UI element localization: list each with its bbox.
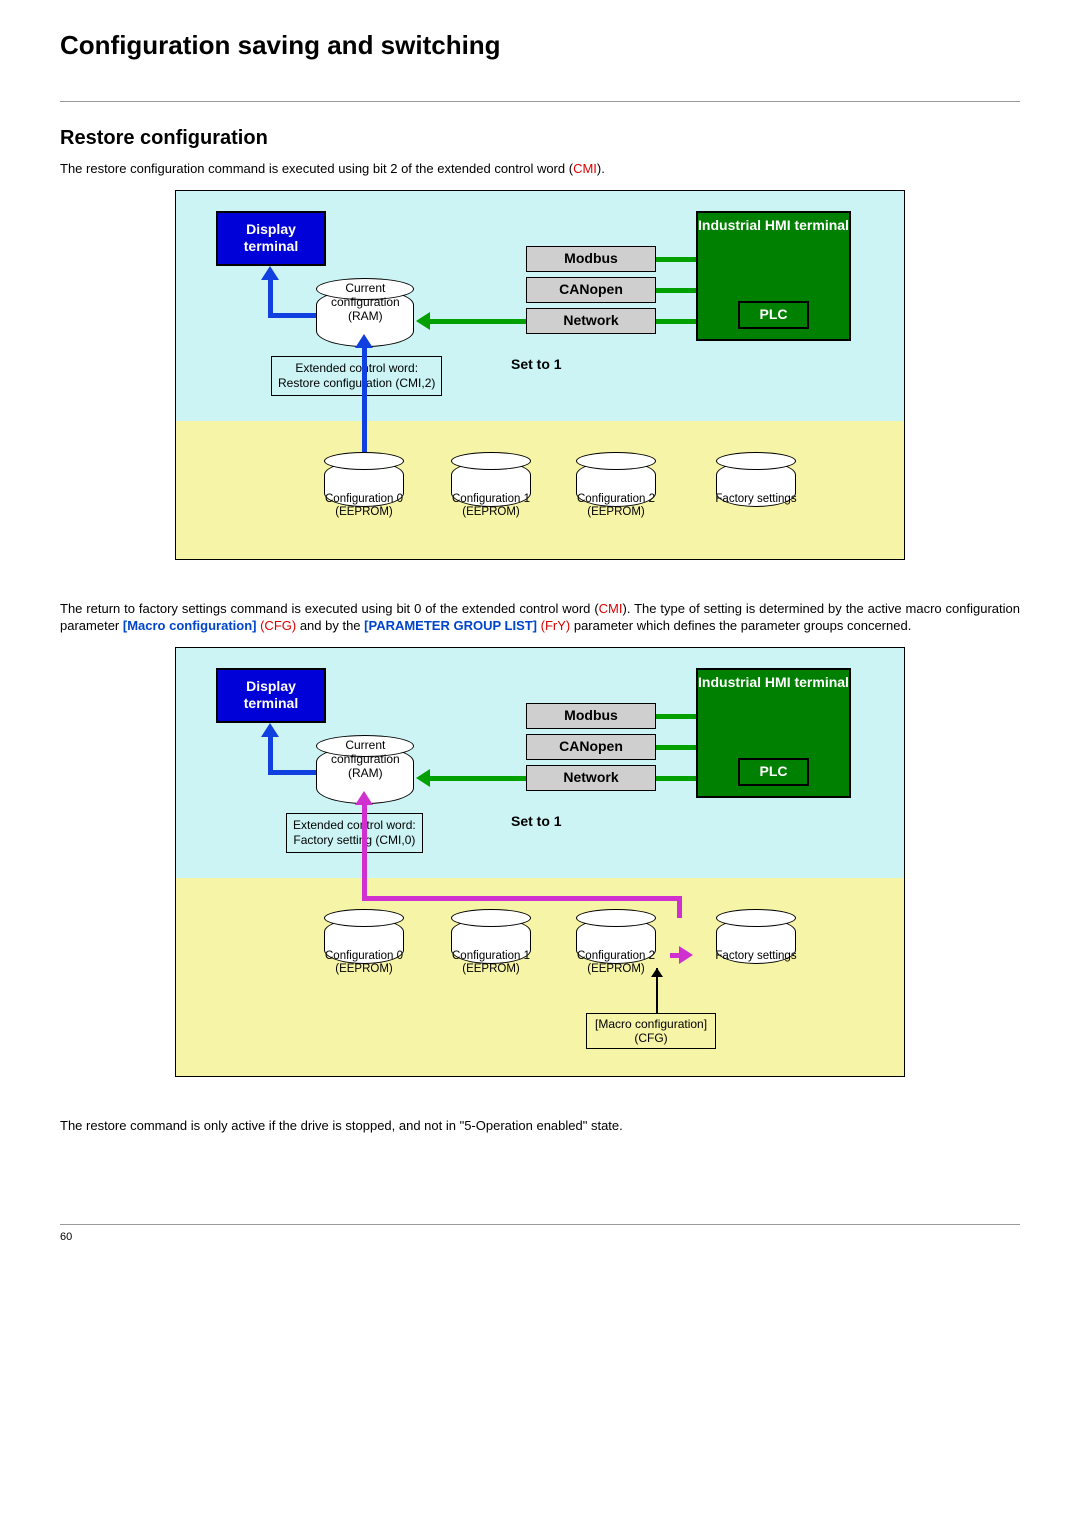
txt: (CFG) xyxy=(634,1031,667,1045)
connector xyxy=(362,346,367,456)
txt: [Macro configuration] xyxy=(595,1017,707,1031)
param-group-list: [PARAMETER GROUP LIST] xyxy=(364,618,537,633)
connector xyxy=(268,770,316,775)
txt: configuration xyxy=(331,295,400,309)
display-terminal-box: Display terminal xyxy=(216,211,326,266)
txt: Configuration 1 xyxy=(452,950,530,962)
diagram-1: Display terminal Industrial HMI terminal… xyxy=(175,190,905,560)
extended-control-word-box: Extended control word: Factory setting (… xyxy=(286,813,423,853)
txt: Factory settings xyxy=(715,950,796,962)
txt: (EEPROM) xyxy=(335,963,393,975)
txt: Current xyxy=(345,738,385,752)
extended-control-word-box: Extended control word: Restore configura… xyxy=(271,356,442,396)
txt: Extended control word: xyxy=(295,361,418,375)
txt: configuration xyxy=(331,752,400,766)
txt: and by the xyxy=(296,618,364,633)
txt: (EEPROM) xyxy=(587,506,645,518)
arrow-up-icon xyxy=(651,968,663,977)
txt: Factory setting (CMI,0) xyxy=(293,833,415,847)
txt: (RAM) xyxy=(348,309,383,323)
config1-label: Configuration 1 (EEPROM) xyxy=(436,493,546,521)
txt: parameter which defines the parameter gr… xyxy=(570,618,911,633)
modbus-box: Modbus xyxy=(526,246,656,272)
hmi-label: Industrial HMI terminal xyxy=(698,674,849,691)
intro-post: ). xyxy=(597,161,605,176)
connector xyxy=(429,776,526,781)
fry-code: (FrY) xyxy=(537,618,570,633)
txt: The return to factory settings command i… xyxy=(60,601,599,616)
arrow-up-icon xyxy=(355,334,373,348)
connector xyxy=(268,313,316,318)
current-config-label: Current configuration (RAM) xyxy=(331,738,400,781)
footer-divider xyxy=(60,1224,1020,1225)
config0-label: Configuration 0 (EEPROM) xyxy=(309,950,419,978)
factory-label: Factory settings xyxy=(701,493,811,507)
connector xyxy=(656,288,696,293)
cmi-code: CMI xyxy=(599,601,623,616)
divider xyxy=(60,101,1020,102)
diagram-2-wrap: Display terminal Industrial HMI terminal… xyxy=(60,647,1020,1077)
connector xyxy=(268,278,273,318)
connector xyxy=(268,735,273,775)
intro-pre: The restore configuration command is exe… xyxy=(60,161,573,176)
hmi-plc-box: Industrial HMI terminal PLC xyxy=(696,668,851,798)
connector xyxy=(677,896,682,918)
txt: Extended control word: xyxy=(293,818,416,832)
connector xyxy=(362,896,682,901)
config1-label: Configuration 1 (EEPROM) xyxy=(436,950,546,978)
plc-box: PLC xyxy=(738,301,809,329)
diagram-1-wrap: Display terminal Industrial HMI terminal… xyxy=(60,190,1020,560)
connector xyxy=(670,953,682,958)
page-number: 60 xyxy=(60,1231,1020,1243)
canopen-box: CANopen xyxy=(526,734,656,760)
txt: Current xyxy=(345,281,385,295)
txt: Configuration 2 xyxy=(577,950,655,962)
modbus-box: Modbus xyxy=(526,703,656,729)
intro-paragraph: The restore configuration command is exe… xyxy=(60,160,1020,178)
macro-config-param: [Macro configuration] xyxy=(123,618,257,633)
connector xyxy=(656,319,696,324)
canopen-box: CANopen xyxy=(526,277,656,303)
hmi-plc-box: Industrial HMI terminal PLC xyxy=(696,211,851,341)
txt: (EEPROM) xyxy=(462,506,520,518)
txt: Configuration 0 xyxy=(325,493,403,505)
txt: (RAM) xyxy=(348,766,383,780)
current-config-label: Current configuration (RAM) xyxy=(331,281,400,324)
config0-label: Configuration 0 (EEPROM) xyxy=(309,493,419,521)
txt: (EEPROM) xyxy=(587,963,645,975)
txt: (EEPROM) xyxy=(462,963,520,975)
hmi-label: Industrial HMI terminal xyxy=(698,217,849,234)
plc-box: PLC xyxy=(738,758,809,786)
txt: Factory settings xyxy=(715,493,796,505)
txt: Configuration 2 xyxy=(577,493,655,505)
connector xyxy=(656,257,696,262)
arrow-left-icon xyxy=(416,312,430,330)
arrow-left-icon xyxy=(416,769,430,787)
cfg-code: (CFG) xyxy=(256,618,296,633)
txt: (EEPROM) xyxy=(335,506,393,518)
config2-label: Configuration 2 (EEPROM) xyxy=(561,493,671,521)
connector xyxy=(362,803,367,853)
network-box: Network xyxy=(526,308,656,334)
connector xyxy=(429,319,526,324)
paragraph-factory-settings: The return to factory settings command i… xyxy=(60,600,1020,635)
diagram-2: Display terminal Industrial HMI terminal… xyxy=(175,647,905,1077)
set-to-1-label: Set to 1 xyxy=(511,356,562,372)
txt: Configuration 0 xyxy=(325,950,403,962)
factory-label: Factory settings xyxy=(701,950,811,964)
network-box: Network xyxy=(526,765,656,791)
txt: Configuration 1 xyxy=(452,493,530,505)
section-subheading: Restore configuration xyxy=(60,127,1020,150)
connector xyxy=(362,853,367,898)
macro-config-box: [Macro configuration] (CFG) xyxy=(586,1013,716,1050)
display-terminal-box: Display terminal xyxy=(216,668,326,723)
txt: Restore configuration (CMI,2) xyxy=(278,376,435,390)
connector xyxy=(656,714,696,719)
connector xyxy=(656,776,696,781)
paragraph-restore-condition: The restore command is only active if th… xyxy=(60,1117,1020,1135)
cmi-code: CMI xyxy=(573,161,597,176)
connector xyxy=(656,745,696,750)
page-heading: Configuration saving and switching xyxy=(60,30,1020,61)
set-to-1-label: Set to 1 xyxy=(511,813,562,829)
